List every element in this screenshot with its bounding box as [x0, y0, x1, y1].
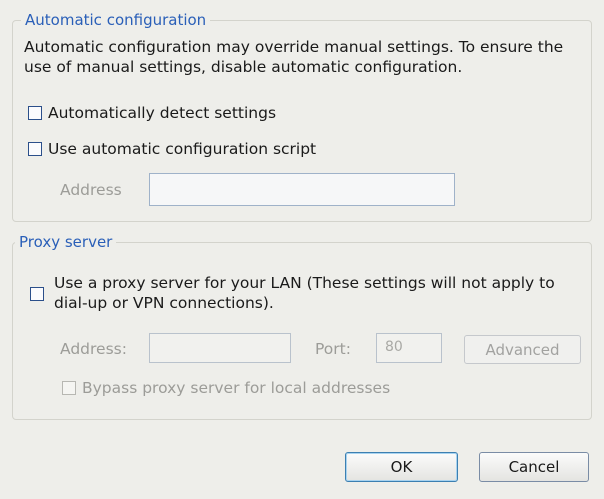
proxy-server-group: Proxy server Use a proxy server for your… [12, 233, 592, 420]
ok-button[interactable]: OK [345, 452, 458, 482]
auto-detect-label: Automatically detect settings [48, 104, 277, 122]
proxy-port-input[interactable]: 80 [376, 333, 442, 363]
auto-script-label: Use automatic configuration script [48, 140, 317, 158]
automatic-configuration-description: Automatic configuration may override man… [24, 38, 564, 76]
auto-script-checkbox[interactable] [28, 142, 42, 156]
proxy-server-legend: Proxy server [15, 233, 117, 251]
auto-script-row[interactable]: Use automatic configuration script [28, 140, 316, 158]
use-proxy-label[interactable]: Use a proxy server for your LAN (These s… [54, 273, 577, 313]
automatic-configuration-group: Automatic configuration Automatic config… [12, 11, 592, 222]
proxy-port-label: Port: [315, 340, 351, 358]
automatic-configuration-legend: Automatic configuration [21, 11, 211, 29]
auto-detect-row[interactable]: Automatically detect settings [28, 104, 276, 122]
bypass-checkbox[interactable] [62, 381, 76, 395]
proxy-address-input[interactable] [149, 333, 291, 363]
cancel-button[interactable]: Cancel [479, 452, 589, 482]
bypass-label: Bypass proxy server for local addresses [82, 379, 391, 397]
proxy-address-label: Address: [60, 340, 127, 358]
use-proxy-checkbox[interactable] [30, 287, 44, 301]
advanced-button[interactable]: Advanced [464, 335, 581, 364]
script-address-input[interactable] [149, 173, 455, 206]
auto-detect-checkbox[interactable] [28, 106, 42, 120]
bypass-row[interactable]: Bypass proxy server for local addresses [62, 379, 390, 397]
script-address-label: Address [60, 181, 122, 199]
